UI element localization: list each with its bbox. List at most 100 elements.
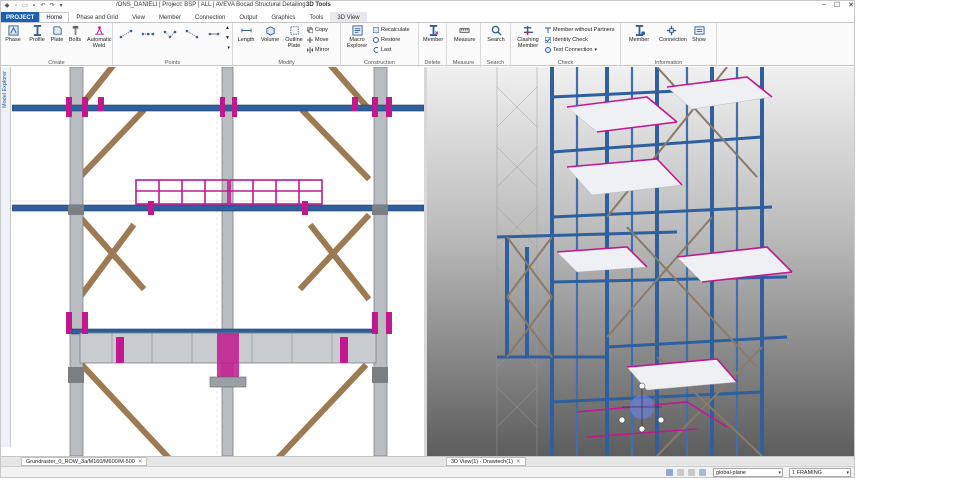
weld-icon (94, 26, 104, 35)
point-offset-icon[interactable] (207, 29, 221, 39)
info-connection-button[interactable]: Connection (659, 25, 687, 55)
plate-icon (52, 26, 62, 35)
info-member-icon (635, 25, 645, 36)
group-label-create: Create (48, 60, 65, 66)
macro-explorer-button[interactable]: Macro Explorer (345, 25, 369, 55)
outline-plate-button[interactable]: Outline Plate (284, 25, 304, 55)
recalculate-button[interactable]: Recalculate (373, 26, 410, 34)
group-label-information: Information (654, 60, 683, 66)
window-title: /ONS_DANIELI | Project: BSP | ALL | AVEV… (116, 2, 306, 8)
close-icon[interactable]: ✕ (516, 459, 521, 465)
doc-tab-2d-drawing[interactable]: Grundraster_0_ROW_3a/M160/M600/M-500 ✕ (21, 457, 148, 466)
point-line-icon[interactable] (119, 29, 133, 39)
open-folder-icon[interactable]: ▭ (22, 3, 28, 9)
ribbon-group-modify: Length Volume Outline Plate Copy Move Mi… (233, 23, 341, 67)
tab-connection[interactable]: Connection (188, 12, 232, 22)
move-icon (307, 37, 313, 43)
length-button[interactable]: Length (236, 25, 256, 55)
tab-phase-and-grid[interactable]: Phase and Grid (69, 12, 125, 22)
viewport-3d[interactable] (427, 67, 854, 456)
doc-tab-3d-view[interactable]: 3D View(1) - Drawtech(1) ✕ (446, 457, 526, 466)
phase-select-value: 1 FRAMING (792, 470, 822, 476)
clashing-member-label: Clashing Member (517, 37, 539, 49)
volume-button[interactable]: Volume (260, 25, 280, 55)
save-icon[interactable]: ▪ (31, 3, 37, 9)
copy-button[interactable]: Copy (307, 26, 328, 34)
delete-member-button[interactable]: Member (423, 25, 443, 55)
close-icon[interactable]: ✕ (138, 459, 143, 465)
move-label: Move (315, 37, 329, 43)
new-file-icon[interactable]: ▫ (13, 3, 19, 9)
minimize-button[interactable]: – (822, 1, 826, 9)
drawing-viewport-2d[interactable] (12, 67, 424, 456)
outline-plate-icon (289, 26, 299, 35)
group-label-construction: Construction (364, 60, 395, 66)
automatic-weld-label: Automatic Weld (87, 37, 112, 49)
show-icon (693, 26, 705, 35)
test-connection-button[interactable]: Test Connection ▾ (545, 46, 597, 54)
delete-member-icon (429, 25, 438, 36)
last-button[interactable]: Last (373, 46, 391, 54)
tab-project[interactable]: PROJECT (1, 12, 40, 22)
chevron-down-icon: ▾ (778, 470, 781, 476)
mirror-button[interactable]: Mirror (307, 46, 329, 54)
test-connection-label: Test Connection (553, 47, 593, 53)
phase-select[interactable]: 1 FRAMING ▾ (789, 468, 851, 477)
clashing-member-button[interactable]: Clashing Member (515, 25, 541, 55)
info-member-button[interactable]: Member (629, 25, 649, 55)
plane-select[interactable]: global-plane ▾ (713, 468, 783, 477)
grid-icon[interactable] (677, 469, 684, 476)
search-button[interactable]: Search (486, 25, 506, 55)
automatic-weld-button[interactable]: Automatic Weld (87, 25, 111, 55)
phase-button[interactable]: Phase (3, 25, 23, 55)
tab-tools[interactable]: Tools (302, 12, 330, 22)
tab-graphics[interactable]: Graphics (264, 12, 302, 22)
tab-output[interactable]: Output (232, 12, 264, 22)
ribbon: Phase Profile Plate Bolts Automatic Weld… (1, 22, 854, 67)
ribbon-group-construction: Macro Explorer Recalculate Restore Last … (341, 23, 419, 67)
ruler-icon (458, 28, 470, 33)
tab-3d-view[interactable]: 3D View (330, 12, 367, 22)
move-button[interactable]: Move (307, 36, 328, 44)
info-connection-icon (666, 25, 676, 36)
macro-explorer-icon (351, 25, 363, 36)
ortho-icon[interactable] (688, 469, 695, 476)
measure-label: Measure (454, 37, 476, 43)
points-scroll-up-icon[interactable]: ▲ (225, 25, 230, 31)
mirror-icon (307, 47, 313, 53)
point-zigzag-icon[interactable] (163, 29, 177, 39)
macro-explorer-label: Macro Explorer (346, 37, 368, 49)
measure-button[interactable]: Measure (454, 25, 476, 55)
member-without-partners-button[interactable]: Member without Partners (545, 26, 614, 34)
plate-button[interactable]: Plate (47, 25, 67, 55)
point-diagonal-icon[interactable] (185, 29, 199, 39)
point-midpoint-icon[interactable] (141, 29, 155, 39)
group-label-check: Check (557, 60, 574, 66)
tab-home[interactable]: Home (39, 12, 70, 22)
tab-view[interactable]: View (125, 12, 152, 22)
identity-check-button[interactable]: Identity Check (545, 36, 588, 44)
redo-icon[interactable]: ↷ (49, 3, 55, 9)
show-button[interactable]: Show (689, 25, 709, 55)
tab-member[interactable]: Member (152, 12, 188, 22)
group-label-modify: Modify (278, 60, 295, 66)
plane-icon[interactable] (699, 469, 706, 476)
last-label: Last (381, 47, 392, 53)
points-scroll-down-icon[interactable]: ▼ (225, 35, 230, 41)
recalculate-label: Recalculate (381, 27, 410, 33)
maximize-button[interactable]: ☐ (834, 1, 840, 9)
plane-select-value: global-plane (716, 470, 746, 476)
model-explorer-strip[interactable]: Model Explorer (1, 67, 11, 447)
snap-icon[interactable] (666, 469, 673, 476)
bolts-button[interactable]: Bolts (65, 25, 85, 55)
app-logo-icon[interactable]: ◆ (4, 3, 10, 9)
member-without-partners-label: Member without Partners (553, 27, 615, 33)
restore-button[interactable]: Restore (373, 36, 400, 44)
profile-label: Profile (29, 37, 45, 43)
points-expand-icon[interactable]: ▾ (227, 45, 230, 51)
profile-button[interactable]: Profile (27, 25, 47, 55)
close-button[interactable]: ✕ (848, 1, 854, 9)
undo-icon[interactable]: ↶ (40, 3, 46, 9)
qat-dropdown-icon[interactable]: ▾ (58, 3, 64, 9)
model-explorer-tab[interactable]: Model Explorer (2, 71, 8, 108)
